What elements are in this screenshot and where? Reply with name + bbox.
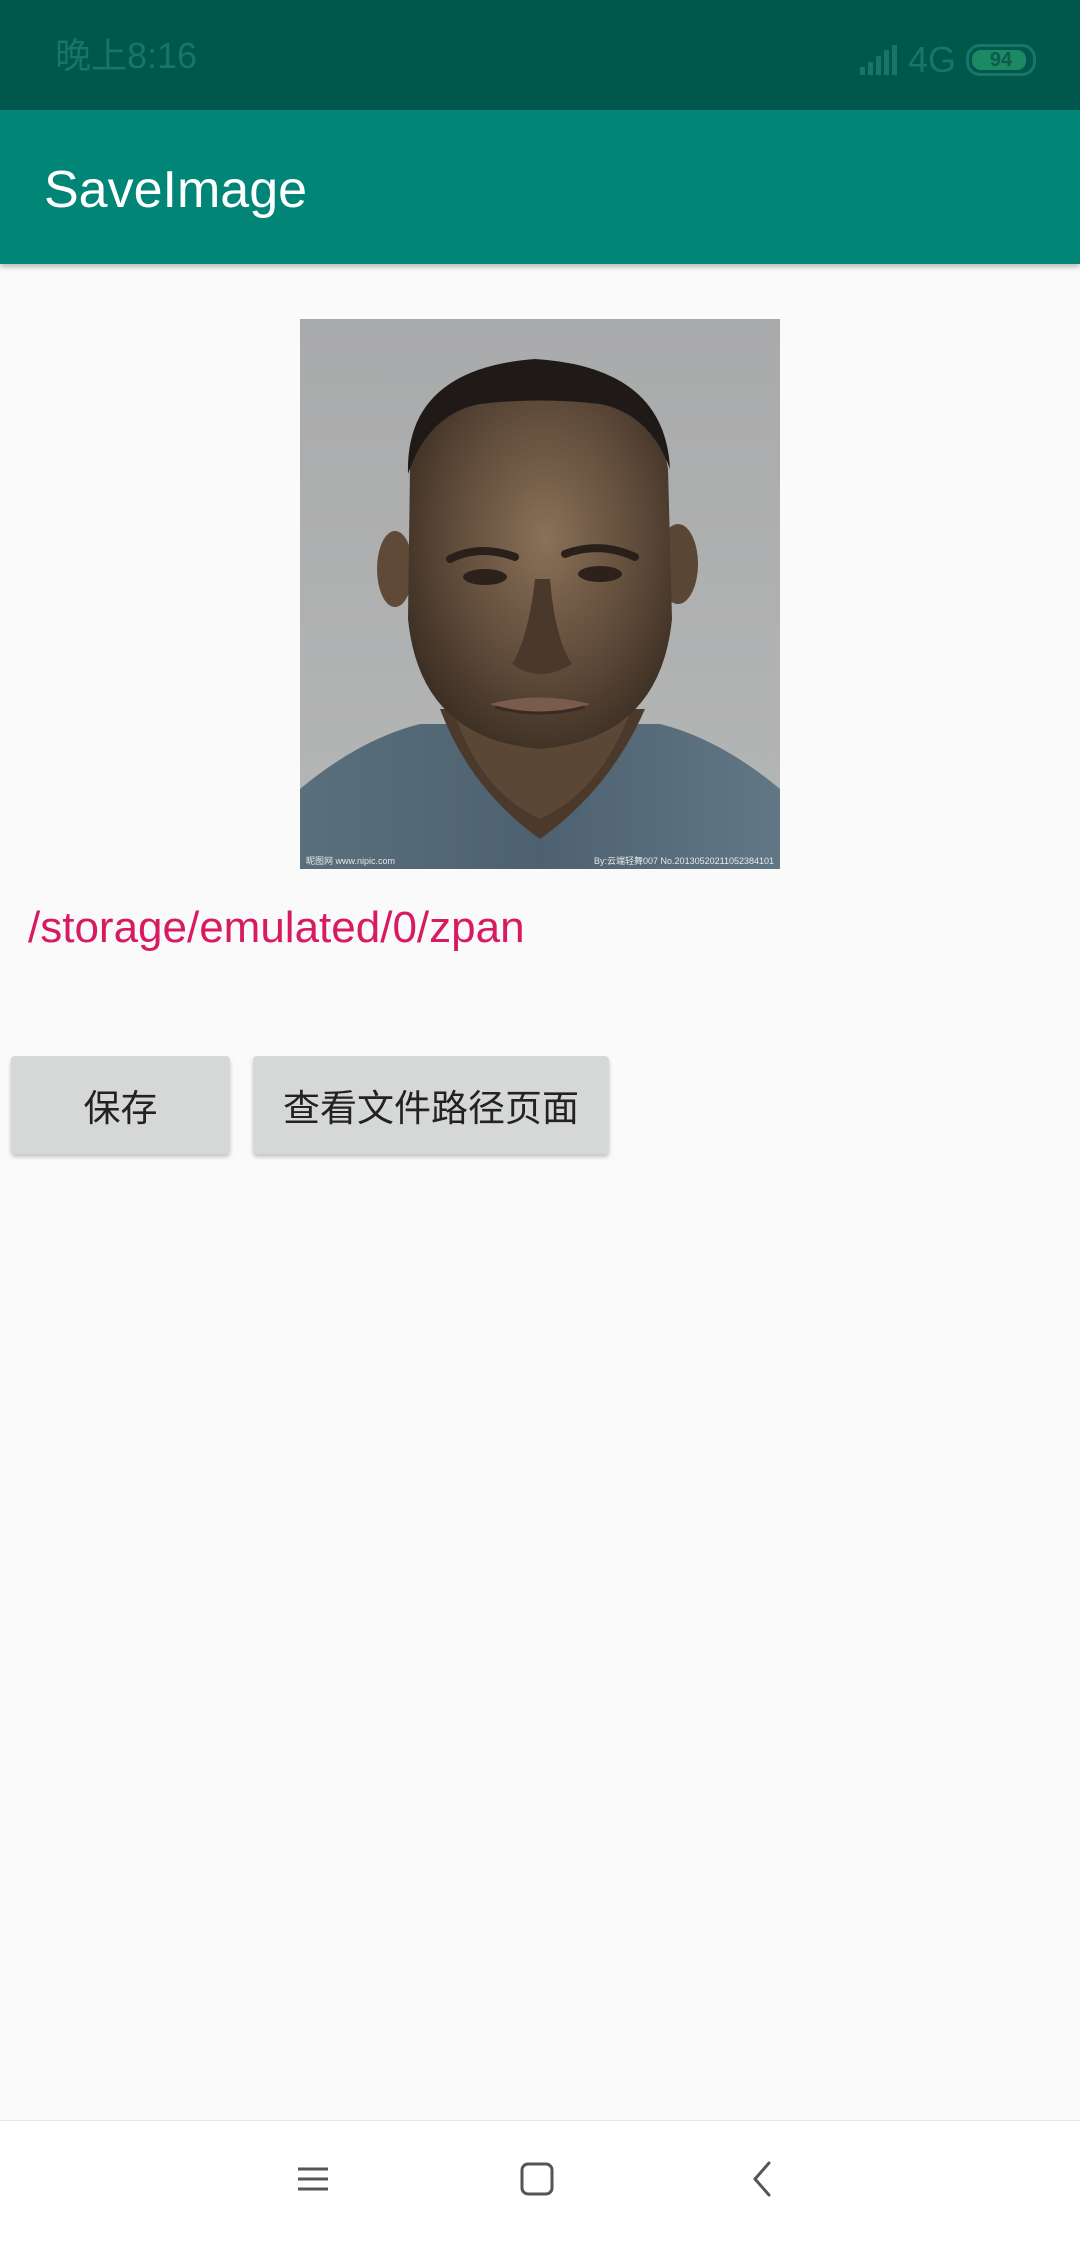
image-watermark: 昵图网 www.nipic.com By:云端轻舞007 No.20130520… — [300, 851, 780, 869]
back-icon[interactable] — [745, 2161, 781, 2197]
home-icon[interactable] — [519, 2161, 555, 2197]
view-file-path-button[interactable]: 查看文件路径页面 — [253, 1056, 609, 1154]
battery-level: 94 — [989, 48, 1013, 71]
signal-icon — [859, 45, 897, 75]
save-button[interactable]: 保存 — [11, 1056, 230, 1154]
menu-icon[interactable] — [295, 2161, 331, 2197]
navigation-bar — [0, 2120, 1080, 2249]
app-title: SaveImage — [44, 161, 308, 219]
battery-icon: 94 — [966, 44, 1036, 76]
app-bar: SaveImage — [0, 110, 1080, 264]
watermark-right: By:云端轻舞007 No.20130520211052384101 — [594, 855, 774, 866]
watermark-left: 昵图网 www.nipic.com — [306, 855, 396, 866]
network-type: 4G — [907, 39, 956, 80]
portrait-image: 昵图网 www.nipic.com By:云端轻舞007 No.20130520… — [300, 319, 780, 869]
portrait-illustration — [300, 319, 780, 869]
status-time: 晚上8:16 — [55, 35, 198, 76]
status-icons: 4G 94 — [858, 40, 1036, 80]
status-bar: 晚上8:16 4G 94 — [0, 0, 1080, 110]
storage-path-text: /storage/emulated/0/zpan — [28, 903, 525, 952]
